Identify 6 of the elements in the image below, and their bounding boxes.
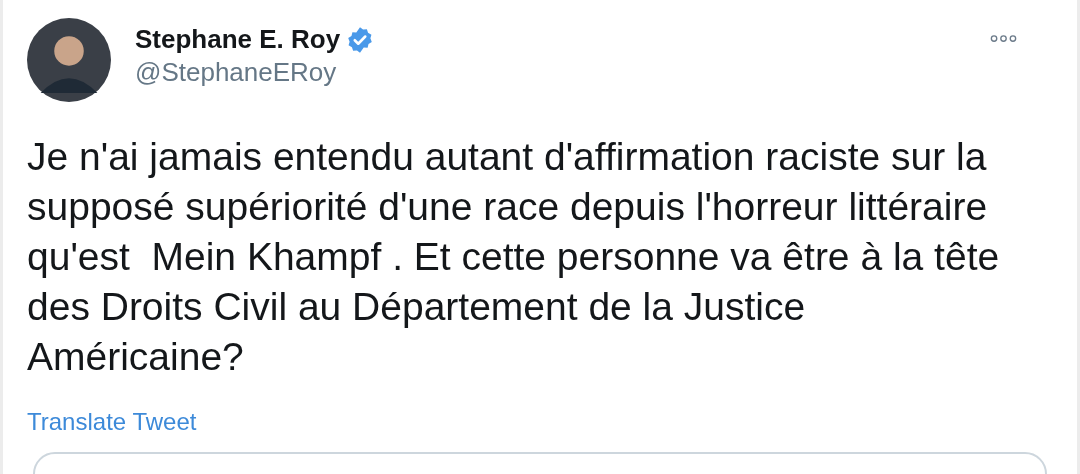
author-name[interactable]: Stephane E. Roy bbox=[135, 24, 341, 55]
translate-link[interactable]: Translate Tweet bbox=[27, 408, 197, 436]
author-handle[interactable]: @StephaneERoy bbox=[135, 57, 375, 88]
avatar[interactable] bbox=[27, 18, 111, 102]
more-icon[interactable] bbox=[990, 34, 1017, 43]
tweet-text: Je n'ai jamais entendu autant d'affirmation raciste sur la supposé supériorité d'une race depuis l'horreur littéraire qu'est Mein Khampf . Et cette personne va être à la tête des Droits Civil au Département de la Justice Américaine? bbox=[27, 134, 1001, 380]
